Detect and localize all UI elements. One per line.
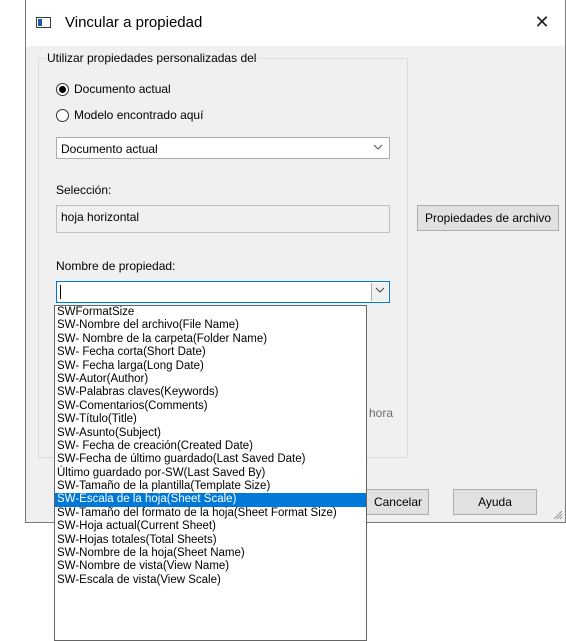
dropdown-option[interactable]: Último guardado por-SW(Last Saved By) [55,467,366,480]
dropdown-option[interactable]: SW-Escala de la hoja(Sheet Scale) [55,493,366,507]
dropdown-option[interactable]: SW-Nombre de la hoja(Sheet Name) [55,547,366,560]
help-button[interactable]: Ayuda [453,489,537,515]
property-name-combo[interactable] [56,281,390,303]
radio-unchecked-icon[interactable] [56,108,69,122]
close-button[interactable]: ✕ [531,11,553,33]
dropdown-option[interactable]: SW-Asunto(Subject) [55,427,366,440]
dropdown-option[interactable]: SW-Hojas totales(Total Sheets) [55,534,366,547]
radio-checked-icon[interactable] [56,82,69,96]
cancel-button-label: Cancelar [373,495,422,509]
selection-field: hoja horizontal [56,205,390,233]
dropdown-option[interactable]: SW-Tamaño de la plantilla(Template Size) [55,480,366,493]
hidden-time-label: hora [369,406,394,420]
source-combo[interactable]: Documento actual [56,137,390,159]
window-icon [36,17,51,28]
dropdown-option[interactable]: SW-Comentarios(Comments) [55,400,366,413]
dropdown-option[interactable]: SW- Fecha de creación(Created Date) [55,440,366,453]
dropdown-option[interactable]: SW-Nombre de vista(View Name) [55,560,366,573]
dropdown-option[interactable]: SW-Nombre del archivo(File Name) [55,319,366,332]
resize-grip-icon[interactable] [551,508,563,520]
dropdown-option[interactable]: SW- Fecha larga(Long Date) [55,360,366,373]
text-caret [60,285,61,299]
source-combo-value: Documento actual [61,142,158,156]
selection-label: Selección: [56,183,112,197]
chevron-down-icon [373,140,383,154]
dropdown-option[interactable]: SW- Fecha corta(Short Date) [55,346,366,359]
selection-value: hoja horizontal [61,210,140,224]
property-dropdown-button[interactable] [371,283,388,301]
window-title: Vincular a propiedad [65,14,203,31]
property-name-label: Nombre de propiedad: [56,259,176,273]
radio-model-found-here-label: Modelo encontrado aquí [74,108,204,122]
dropdown-option[interactable]: SW-Fecha de último guardado(Last Saved D… [55,453,366,466]
file-properties-button[interactable]: Propiedades de archivo [417,205,559,231]
dropdown-option[interactable]: SW-Tamaño del formato de la hoja(Sheet F… [55,507,366,520]
radio-current-document[interactable]: Documento actual [56,82,171,96]
group-legend: Utilizar propiedades personalizadas del [45,51,259,65]
dropdown-option[interactable]: SW-Palabras claves(Keywords) [55,386,366,399]
title-bar: Vincular a propiedad ✕ [26,0,565,46]
dropdown-option[interactable]: SW-Hoja actual(Current Sheet) [55,520,366,533]
dropdown-option[interactable]: SW-Autor(Author) [55,373,366,386]
dropdown-option[interactable]: SW-Título(Title) [55,413,366,426]
radio-model-found-here[interactable]: Modelo encontrado aquí [56,108,203,122]
chevron-down-icon [375,287,385,293]
dropdown-option[interactable]: SW-Escala de vista(View Scale) [55,574,366,587]
radio-current-document-label: Documento actual [74,82,171,96]
dropdown-option[interactable]: SWFormatSize [55,306,366,319]
property-dropdown-list[interactable]: SWFormatSize SW-Nombre del archivo(File N… [54,305,367,641]
dropdown-option[interactable]: SW- Nombre de la carpeta(Folder Name) [55,333,366,346]
